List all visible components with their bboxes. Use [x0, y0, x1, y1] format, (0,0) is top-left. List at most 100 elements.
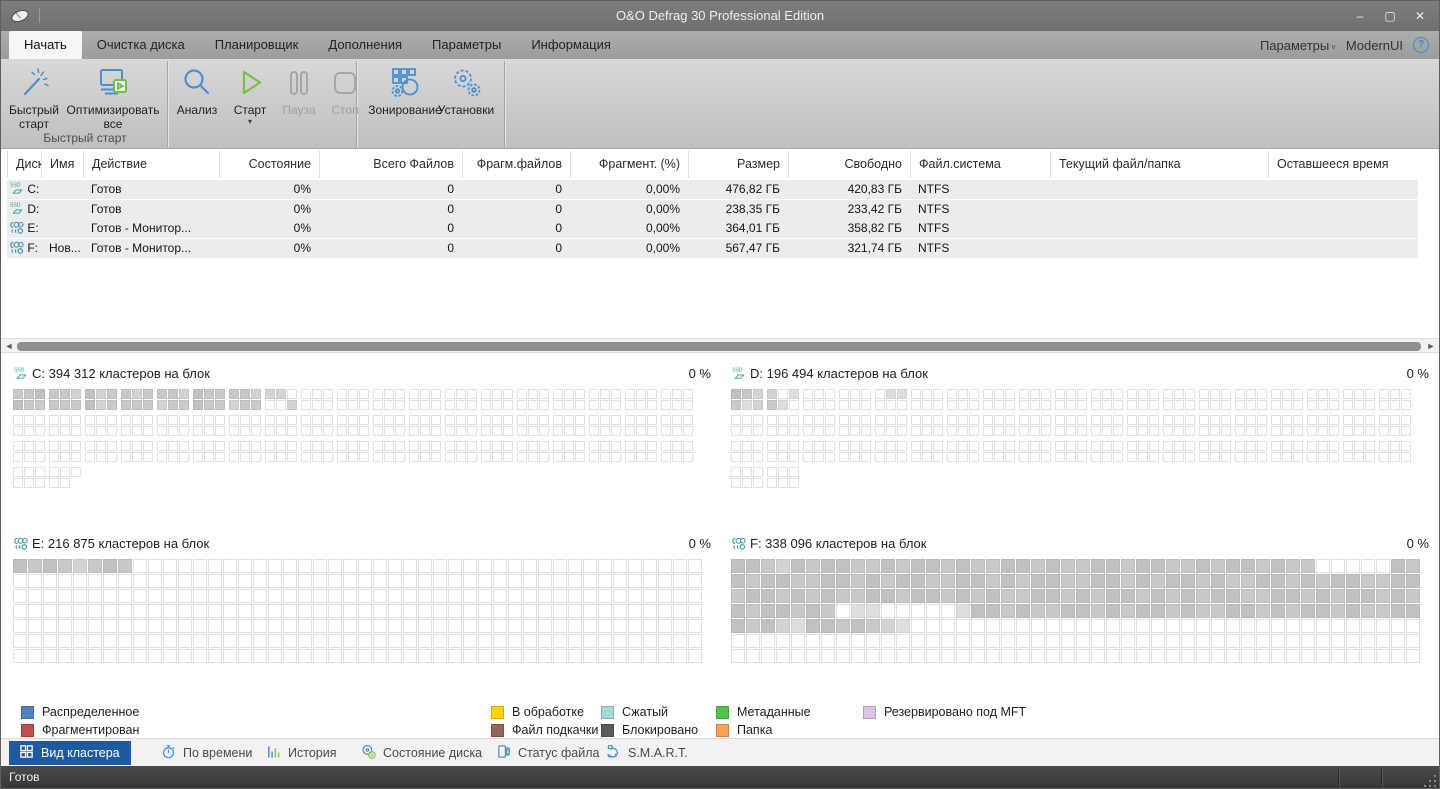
- legend-swatch: [863, 705, 876, 719]
- cluster-cell: [1113, 415, 1123, 425]
- scroll-right-icon[interactable]: ►: [1425, 341, 1437, 352]
- cluster-cell: [313, 589, 327, 603]
- resize-grip[interactable]: [1424, 775, 1436, 787]
- modernui-toggle[interactable]: ModernUI: [1346, 38, 1403, 53]
- column-header-7[interactable]: Фрагмент. (%): [570, 151, 688, 178]
- column-header-1[interactable]: Диск: [7, 151, 41, 178]
- table-row-drive-D[interactable]: SSD D: Готов 0% 0 0 0,00% 238,35 ГБ 233,42 ГБ NT…: [7, 199, 1418, 219]
- cluster-cell: [1221, 441, 1231, 451]
- dropdown-caret-icon[interactable]: ▾: [225, 117, 275, 126]
- column-header-11[interactable]: Текущий файл/папка: [1050, 151, 1268, 178]
- cluster-cell: [265, 441, 275, 451]
- cluster-cell: [821, 619, 835, 633]
- cluster-cell: [672, 426, 682, 436]
- cluster-cell: [753, 389, 763, 399]
- cluster-map-drive-D[interactable]: [731, 389, 1411, 493]
- cluster-cell: [683, 426, 693, 436]
- cluster-block: [875, 415, 907, 436]
- scroll-left-icon[interactable]: ◄: [3, 341, 15, 352]
- column-header-9[interactable]: Свободно: [788, 151, 910, 178]
- cluster-block: [1343, 389, 1375, 410]
- cluster-cell: [276, 415, 286, 425]
- maximize-button[interactable]: ▢: [1377, 6, 1403, 26]
- tab-scheduler[interactable]: Планировщик: [200, 31, 314, 59]
- tab-start[interactable]: Начать: [9, 31, 82, 59]
- cluster-cell: [881, 559, 895, 573]
- cell-10: NTFS: [918, 241, 950, 256]
- cluster-cell: [1282, 426, 1292, 436]
- ribbon-button-settings[interactable]: Установки: [431, 63, 501, 137]
- cluster-cell: [493, 559, 507, 573]
- start-icon: [225, 63, 275, 103]
- column-header-2[interactable]: Имя: [41, 151, 83, 178]
- cluster-cell: [60, 400, 70, 410]
- cluster-block: [553, 415, 585, 436]
- ribbon-button-start[interactable]: Старт ▾: [225, 63, 275, 137]
- cluster-cell: [956, 649, 970, 663]
- view-tab-disk-state[interactable]: Состояние диска: [351, 741, 492, 765]
- cluster-cell: [958, 452, 968, 462]
- cluster-cell: [298, 574, 312, 588]
- cluster-cell: [911, 649, 925, 663]
- cluster-cell: [395, 400, 405, 410]
- cluster-cell: [1196, 619, 1210, 633]
- cluster-cell: [238, 559, 252, 573]
- cluster-cell: [323, 400, 333, 410]
- cluster-cell: [96, 426, 106, 436]
- cluster-cell: [636, 389, 646, 399]
- column-header-6[interactable]: Фрагм.файлов: [462, 151, 570, 178]
- cluster-cell: [492, 452, 502, 462]
- column-header-3[interactable]: Действие: [83, 151, 219, 178]
- panel-header-drive-E: E: 216 875 кластеров на блок 0 %: [13, 536, 711, 554]
- tab-disk-cleanup[interactable]: Очистка диска: [82, 31, 200, 59]
- horizontal-scrollbar[interactable]: ◄ ►: [1, 338, 1439, 353]
- view-tab-file-status[interactable]: Статус файла: [486, 741, 609, 765]
- cluster-cell: [58, 619, 72, 633]
- ribbon-button-pause[interactable]: Пауза: [277, 63, 321, 137]
- cluster-cell: [193, 400, 203, 410]
- table-row-drive-E[interactable]: E: Готов - Монитор... 0% 0 0 0,00% 364,01 ГБ 35…: [7, 219, 1418, 239]
- cluster-cell: [58, 634, 72, 648]
- ribbon-button-optimize-all[interactable]: Оптимизировать все: [63, 63, 163, 137]
- cluster-map-drive-E[interactable]: [13, 559, 702, 663]
- cluster-cell: [1041, 452, 1051, 462]
- ribbon-button-analyze[interactable]: Анализ: [169, 63, 225, 137]
- options-menu[interactable]: Параметры ˅: [1260, 38, 1336, 53]
- cluster-map-drive-C[interactable]: [13, 389, 693, 493]
- cluster-cell: [348, 415, 358, 425]
- column-header-4[interactable]: Состояние: [219, 151, 319, 178]
- cluster-cell: [1196, 589, 1210, 603]
- cluster-cell: [806, 619, 820, 633]
- column-header-5[interactable]: Всего Файлов: [319, 151, 462, 178]
- table-row-drive-F[interactable]: F: Нов... Готов - Монитор... 0% 0 0 0,00% 567,4…: [7, 239, 1418, 259]
- view-tab-cluster-view[interactable]: Вид кластера: [9, 741, 131, 765]
- cluster-block: [767, 389, 799, 410]
- view-tab-by-time[interactable]: По времени: [151, 741, 262, 765]
- cluster-cell: [60, 452, 70, 462]
- cluster-cell: [947, 400, 957, 410]
- view-tab-smart[interactable]: S.M.A.R.T.: [596, 741, 698, 765]
- cluster-cell: [179, 452, 189, 462]
- minimize-button[interactable]: –: [1347, 6, 1373, 26]
- tab-addons[interactable]: Дополнения: [313, 31, 417, 59]
- cluster-map-drive-F[interactable]: [731, 559, 1420, 663]
- cluster-cell: [118, 589, 132, 603]
- cluster-cell: [767, 415, 777, 425]
- cluster-cell: [821, 589, 835, 603]
- tab-information[interactable]: Информация: [516, 31, 626, 59]
- column-header-12[interactable]: Оставшееся время: [1268, 151, 1418, 178]
- table-row-drive-C[interactable]: SSD C: Готов 0% 0 0 0,00% 476,82 ГБ 420,83 ГБ NT…: [7, 180, 1418, 199]
- column-header-8[interactable]: Размер: [688, 151, 788, 178]
- cluster-block: [839, 415, 871, 436]
- view-tab-history[interactable]: История: [256, 741, 346, 765]
- cluster-cell: [1346, 649, 1360, 663]
- ribbon-button-quick-start[interactable]: Быстрый старт: [5, 63, 63, 137]
- help-icon[interactable]: ?: [1413, 37, 1429, 53]
- cluster-cell: [523, 559, 537, 573]
- column-header-10[interactable]: Файл.система: [910, 151, 1050, 178]
- title-bar[interactable]: O&O Defrag 30 Professional Edition – ▢ ✕: [1, 1, 1439, 31]
- svg-text:SSD: SSD: [14, 368, 25, 374]
- close-button[interactable]: ✕: [1407, 6, 1433, 26]
- tab-options[interactable]: Параметры: [417, 31, 516, 59]
- scrollbar-thumb[interactable]: [17, 342, 1421, 351]
